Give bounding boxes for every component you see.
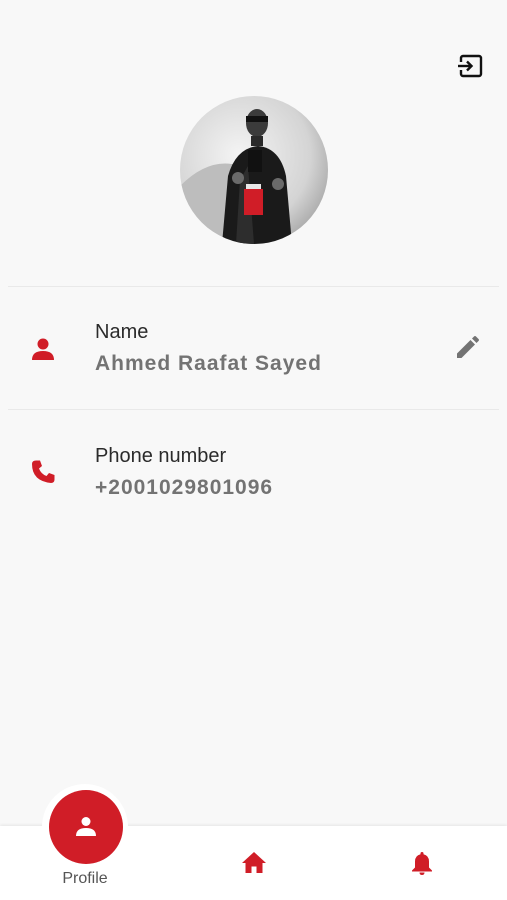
profile-photo (180, 96, 328, 244)
status-bar (0, 0, 507, 28)
name-label: Name (95, 321, 149, 343)
divider (8, 286, 499, 287)
person-icon (32, 338, 54, 360)
bell-icon (412, 852, 432, 875)
pencil-icon (457, 336, 479, 358)
logout-icon (458, 54, 483, 78)
edit-name-button[interactable] (454, 335, 480, 361)
person-icon (76, 817, 96, 836)
name-value: Ahmed Raafat Sayed (95, 352, 322, 375)
avatar[interactable] (180, 96, 328, 244)
nav-notifications-button[interactable] (402, 843, 442, 883)
divider (8, 409, 499, 410)
name-row: Name Ahmed Raafat Sayed (0, 310, 507, 410)
nav-profile-label: Profile (62, 870, 108, 887)
phone-value: +2001029801096 (95, 476, 274, 499)
home-icon (242, 852, 266, 873)
logout-button[interactable] (457, 53, 485, 81)
phone-label: Phone number (95, 445, 227, 467)
phone-row: Phone number +2001029801096 (0, 434, 507, 534)
phone-icon (32, 460, 55, 483)
nav-home-button[interactable] (234, 843, 274, 883)
nav-profile-button[interactable] (49, 790, 123, 864)
